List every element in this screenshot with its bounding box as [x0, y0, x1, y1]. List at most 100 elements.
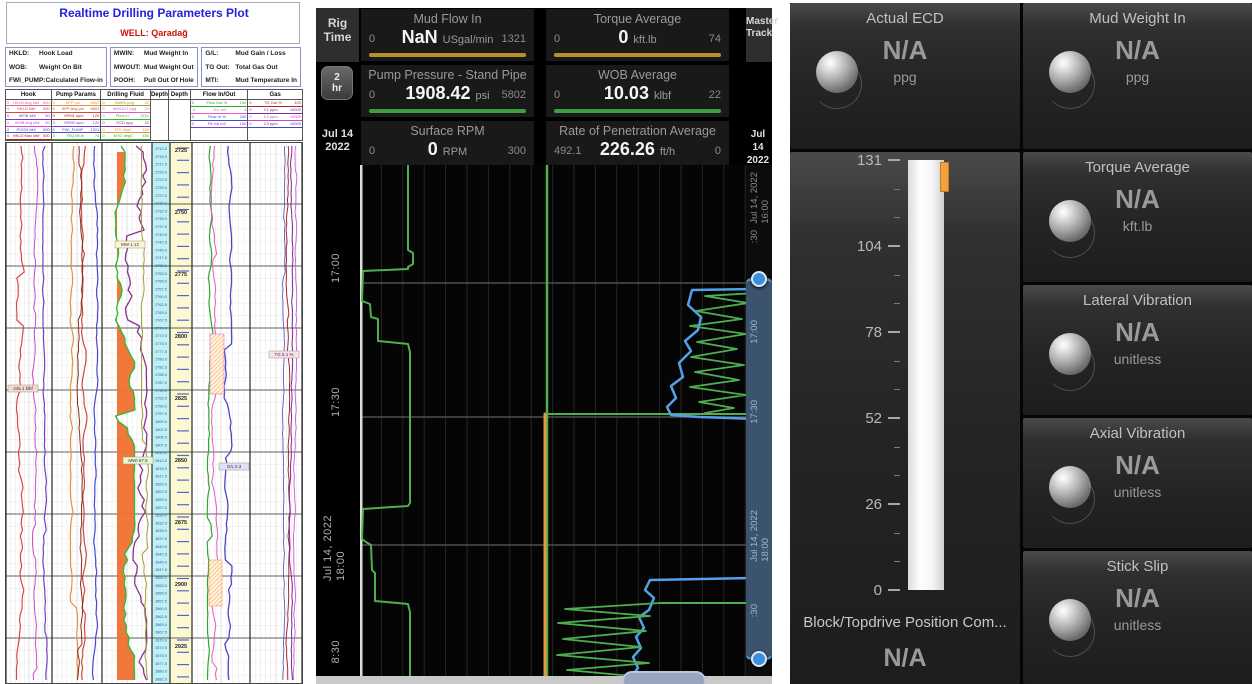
block-position-gauge[interactable]: Block/Topdrive Position Com... N/A 13110… [790, 152, 1020, 684]
scale-max: 100 [240, 114, 247, 120]
depth-value: 2792.5 [155, 397, 167, 401]
scale-label: SPM2 spm [64, 120, 84, 126]
depth-value: 2800.0 [155, 420, 167, 424]
hatch-region [210, 334, 224, 394]
card-torque-average[interactable]: Torque Average N/A kft.lb [1023, 152, 1252, 282]
depth-value: 2780.0 [155, 358, 167, 362]
depth-value: 2807.5 [155, 443, 167, 447]
scale-row: 0HKLD klbf500 [6, 106, 51, 113]
depth-value: 2880.0 [155, 670, 167, 674]
legend-key: G/L: [205, 50, 235, 57]
gauge-value: 0 kft.lb [546, 27, 729, 48]
scale-min: 0 [249, 121, 251, 127]
selection-handle-bottom[interactable] [751, 651, 767, 667]
card-stick-slip[interactable]: Stick Slip N/A unitless [1023, 551, 1252, 684]
legend-row: MWIN:Mud Weight In [114, 50, 194, 57]
gauge-tick-minor [894, 389, 900, 390]
scale-row: 0 C2 ppm 10000 [248, 114, 302, 121]
scale-label: MWIN ppg [115, 100, 134, 106]
legend-row: HKLD:Hook Load [9, 50, 103, 57]
scale-max: 50 [45, 113, 49, 119]
gauge-tick-minor [894, 189, 900, 190]
bottom-pill-button[interactable] [622, 671, 706, 684]
gauge-range-bar [554, 109, 721, 113]
scale-max: 500 [43, 100, 50, 106]
scale-min: 0 [192, 121, 194, 127]
legend-value: Pull Out Of Hole [144, 77, 194, 84]
gauge-tick-major [888, 417, 900, 419]
card-mud-weight-in[interactable]: Mud Weight In N/A ppg [1023, 3, 1252, 149]
scale-row: 0Flow In1321 [101, 113, 150, 120]
depth-value: 2795.0 [155, 404, 167, 408]
depth-value: 2765.0 [155, 311, 167, 315]
depth-value: 2750.0 [155, 264, 167, 268]
scale-min: 0 [53, 100, 55, 106]
scale-max: 22 [145, 106, 149, 112]
scale-column-header: Depth [151, 90, 168, 100]
gauge-pump-pressure-stand-pipe[interactable]: Pump Pressure - Stand Pipe058021908.42 p… [360, 64, 535, 118]
gauge-title: Rate of Penetration Average [546, 124, 729, 138]
gauge-wob-average[interactable]: WOB Average02210.03 klbf [545, 64, 730, 118]
scale-max: 100 [240, 100, 247, 106]
gauge-mud-flow-in[interactable]: Mud Flow In01321NaN USgal/min [360, 8, 535, 62]
time-axis-label: 8:30 [330, 640, 342, 663]
scale-row: 0Flow Out %100 [191, 100, 248, 107]
date-label-left: Jul 14 2022 [316, 128, 359, 154]
gauge-torque-average[interactable]: Torque Average0740 kft.lb [545, 8, 730, 62]
card-actual-ecd[interactable]: Actual ECD N/A ppg [790, 3, 1020, 149]
scale-label: HKLD klbf [17, 106, 35, 112]
depth-value: 2830.0 [155, 514, 167, 518]
status-sphere-icon [1049, 200, 1091, 242]
time-axis-label: 17:30 [330, 387, 342, 417]
scale-max: 74 [95, 133, 99, 139]
gauge-unit: USgal/min [443, 34, 494, 46]
time-strip-chart[interactable] [360, 165, 746, 684]
gauge-tick-label: 104 [838, 238, 882, 255]
master-track-time-label: Jul 14, 202218:00 [749, 510, 771, 562]
depth-major-value: 2825 [175, 396, 187, 402]
parameter-cards-panel: Actual ECD N/A ppg Mud Weight In N/A ppg… [790, 3, 1252, 684]
card-axial-vibration[interactable]: Axial Vibration N/A unitless [1023, 418, 1252, 548]
depth-value: 2825.0 [155, 498, 167, 502]
scale-min: 0 [249, 114, 251, 120]
depth-value: 2812.5 [155, 459, 167, 463]
card-lateral-vibration[interactable]: Lateral Vibration N/A unitless [1023, 285, 1252, 415]
scale-label: SPP Avg psi [62, 106, 84, 112]
scale-max: 5 [244, 107, 246, 113]
scale-label: C2 ppm [264, 114, 278, 120]
card-title: Lateral Vibration [1023, 292, 1252, 309]
depth-value: 2835.0 [155, 529, 167, 533]
legend-value: Weight On Bit [39, 64, 82, 71]
scale-row: 0SPM1 spm120 [52, 113, 101, 120]
scale-max: 150 [142, 127, 149, 133]
scale-row: 0Flow In %100 [191, 114, 248, 121]
scale-max: 10000 [290, 114, 301, 120]
master-track-time-label: 17:30 [749, 400, 760, 424]
time-interval-button[interactable]: 2 hr [321, 66, 353, 100]
time-axis-label: 17:00 [330, 253, 342, 283]
gauge-tick-minor [894, 303, 900, 304]
depth-value: 2837.5 [155, 537, 167, 541]
scale-row: 0TG Out %100 [248, 100, 302, 107]
scale-min: 0 [102, 127, 104, 133]
master-track-time-label: 17:00 [749, 320, 760, 344]
scale-row: 0WOB Avg klbf50 [6, 120, 51, 127]
depth-value: 2845.0 [155, 560, 167, 564]
selection-handle-top[interactable] [751, 271, 767, 287]
scale-row: 0FWI_PUMP1321 [52, 127, 101, 134]
scale-min: 0 [53, 120, 55, 126]
depth-value: 2877.5 [155, 662, 167, 666]
scale-min: 0 [7, 106, 9, 112]
scale-min: 0 [102, 100, 104, 106]
legend-value: Total Gas Out [235, 64, 277, 71]
legend-value: Mud Gain / Loss [235, 50, 285, 57]
master-track-strip[interactable]: Jul 14, 202216:00:3017:0017:30Jul 14, 20… [746, 165, 772, 684]
scale-label: SPP psi [66, 100, 80, 106]
scale-column-pump-params: Pump Params0SPP psi58020SPP Avg psi58020… [52, 90, 102, 140]
scale-column-header: Drilling Fluid [101, 90, 150, 100]
legend-key: WOB: [9, 64, 39, 71]
scale-row: 0Pit Vol m3100 [191, 121, 248, 128]
depth-value: 2797.5 [155, 412, 167, 416]
depth-major-value: 2775 [175, 272, 187, 278]
depth-major-value: 2725 [175, 148, 187, 154]
